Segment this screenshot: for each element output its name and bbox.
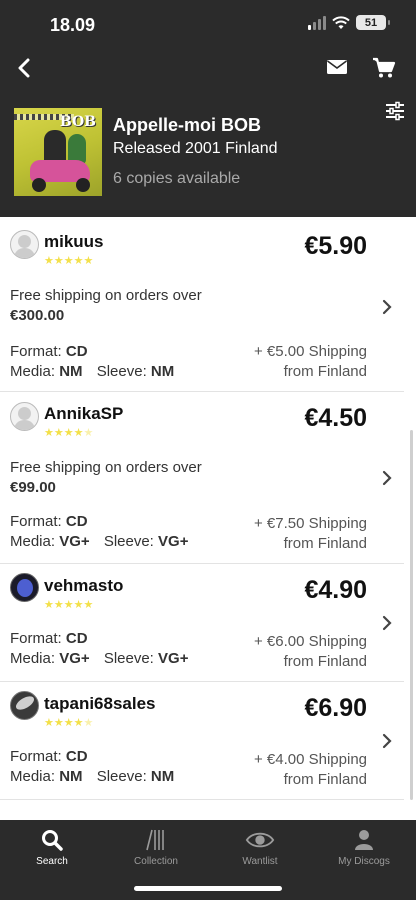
- nav-row: [0, 52, 416, 86]
- item-condition: Format: CD Media: NM Sleeve: NM: [10, 748, 175, 785]
- listing-item[interactable]: AnnikaSP ★★★★★ €4.50 Free shipping on or…: [0, 392, 416, 564]
- cart-icon[interactable]: [372, 56, 396, 80]
- listing-item[interactable]: tapani68sales ★★★★★ €6.90 Format: CD Med…: [0, 682, 416, 800]
- shipping-info: + €6.00 Shipping from Finland: [253, 633, 367, 670]
- chevron-right-icon[interactable]: [381, 299, 393, 315]
- status-icons: 51: [308, 15, 390, 30]
- seller-name[interactable]: tapani68sales: [44, 694, 156, 714]
- tab-label: Search: [36, 856, 68, 867]
- signal-icon: [308, 15, 326, 30]
- free-shipping-offer: Free shipping on orders over €300.00: [10, 287, 202, 324]
- seller-rating: ★★★★★: [44, 427, 94, 439]
- battery-level: 51: [364, 16, 378, 29]
- tab-label: Wantlist: [242, 856, 278, 867]
- release-header: 18.09 51 BOB Appelle-moi BOB Released 20…: [0, 0, 416, 217]
- avatar[interactable]: [10, 573, 39, 602]
- eye-icon: [245, 832, 275, 848]
- release-title: Appelle-moi BOB: [113, 115, 262, 135]
- copies-available: 6 copies available: [113, 170, 241, 187]
- user-icon: [355, 830, 373, 850]
- seller-name[interactable]: AnnikaSP: [44, 404, 123, 424]
- avatar[interactable]: [10, 691, 39, 720]
- filter-icon[interactable]: [384, 100, 406, 122]
- price: €6.90: [304, 694, 367, 722]
- scrollbar[interactable]: [410, 430, 413, 800]
- home-indicator[interactable]: [134, 886, 282, 891]
- search-icon: [42, 830, 63, 851]
- tab-label: My Discogs: [338, 856, 390, 867]
- seller-rating: ★★★★★: [44, 599, 94, 611]
- chevron-right-icon[interactable]: [381, 470, 393, 486]
- free-shipping-offer: Free shipping on orders over €99.00: [10, 459, 202, 496]
- price: €5.90: [304, 232, 367, 260]
- tab-search[interactable]: Search: [0, 828, 104, 874]
- avatar[interactable]: [10, 230, 39, 259]
- seller-name[interactable]: vehmasto: [44, 576, 123, 596]
- back-button[interactable]: [10, 54, 38, 82]
- seller-rating: ★★★★★: [44, 717, 94, 729]
- chevron-right-icon[interactable]: [381, 615, 393, 631]
- battery-icon: 51: [356, 15, 390, 30]
- seller-name[interactable]: mikuus: [44, 232, 104, 252]
- release-subtitle: Released 2001 Finland: [113, 140, 278, 157]
- listing-item[interactable]: mikuus ★★★★★ €5.90 Free shipping on orde…: [0, 217, 416, 392]
- chevron-right-icon[interactable]: [381, 733, 393, 749]
- seller-rating: ★★★★★: [44, 255, 94, 267]
- mail-icon[interactable]: [326, 56, 348, 78]
- tab-my-discogs[interactable]: My Discogs: [312, 828, 416, 874]
- collection-icon: [146, 829, 164, 851]
- cover-title: BOB: [59, 114, 96, 130]
- tab-wantlist[interactable]: Wantlist: [208, 828, 312, 874]
- avatar[interactable]: [10, 402, 39, 431]
- album-cover[interactable]: BOB: [14, 108, 102, 196]
- wifi-icon: [332, 15, 350, 29]
- shipping-info: + €4.00 Shipping from Finland: [253, 751, 367, 788]
- price: €4.50: [304, 404, 367, 432]
- item-condition: Format: CD Media: VG+ Sleeve: VG+: [10, 630, 189, 667]
- tab-label: Collection: [134, 856, 178, 867]
- tab-collection[interactable]: Collection: [104, 828, 208, 874]
- shipping-info: + €5.00 Shipping from Finland: [253, 343, 367, 380]
- item-condition: Format: CD Media: NM Sleeve: NM: [10, 343, 175, 380]
- chevron-left-icon: [18, 58, 30, 78]
- status-bar: 18.09 51: [0, 0, 416, 48]
- item-condition: Format: CD Media: VG+ Sleeve: VG+: [10, 513, 189, 550]
- listing-item[interactable]: vehmasto ★★★★★ €4.90 Format: CD Media: V…: [0, 564, 416, 682]
- price: €4.90: [304, 576, 367, 604]
- status-time: 18.09: [50, 15, 96, 35]
- shipping-info: + €7.50 Shipping from Finland: [253, 515, 367, 552]
